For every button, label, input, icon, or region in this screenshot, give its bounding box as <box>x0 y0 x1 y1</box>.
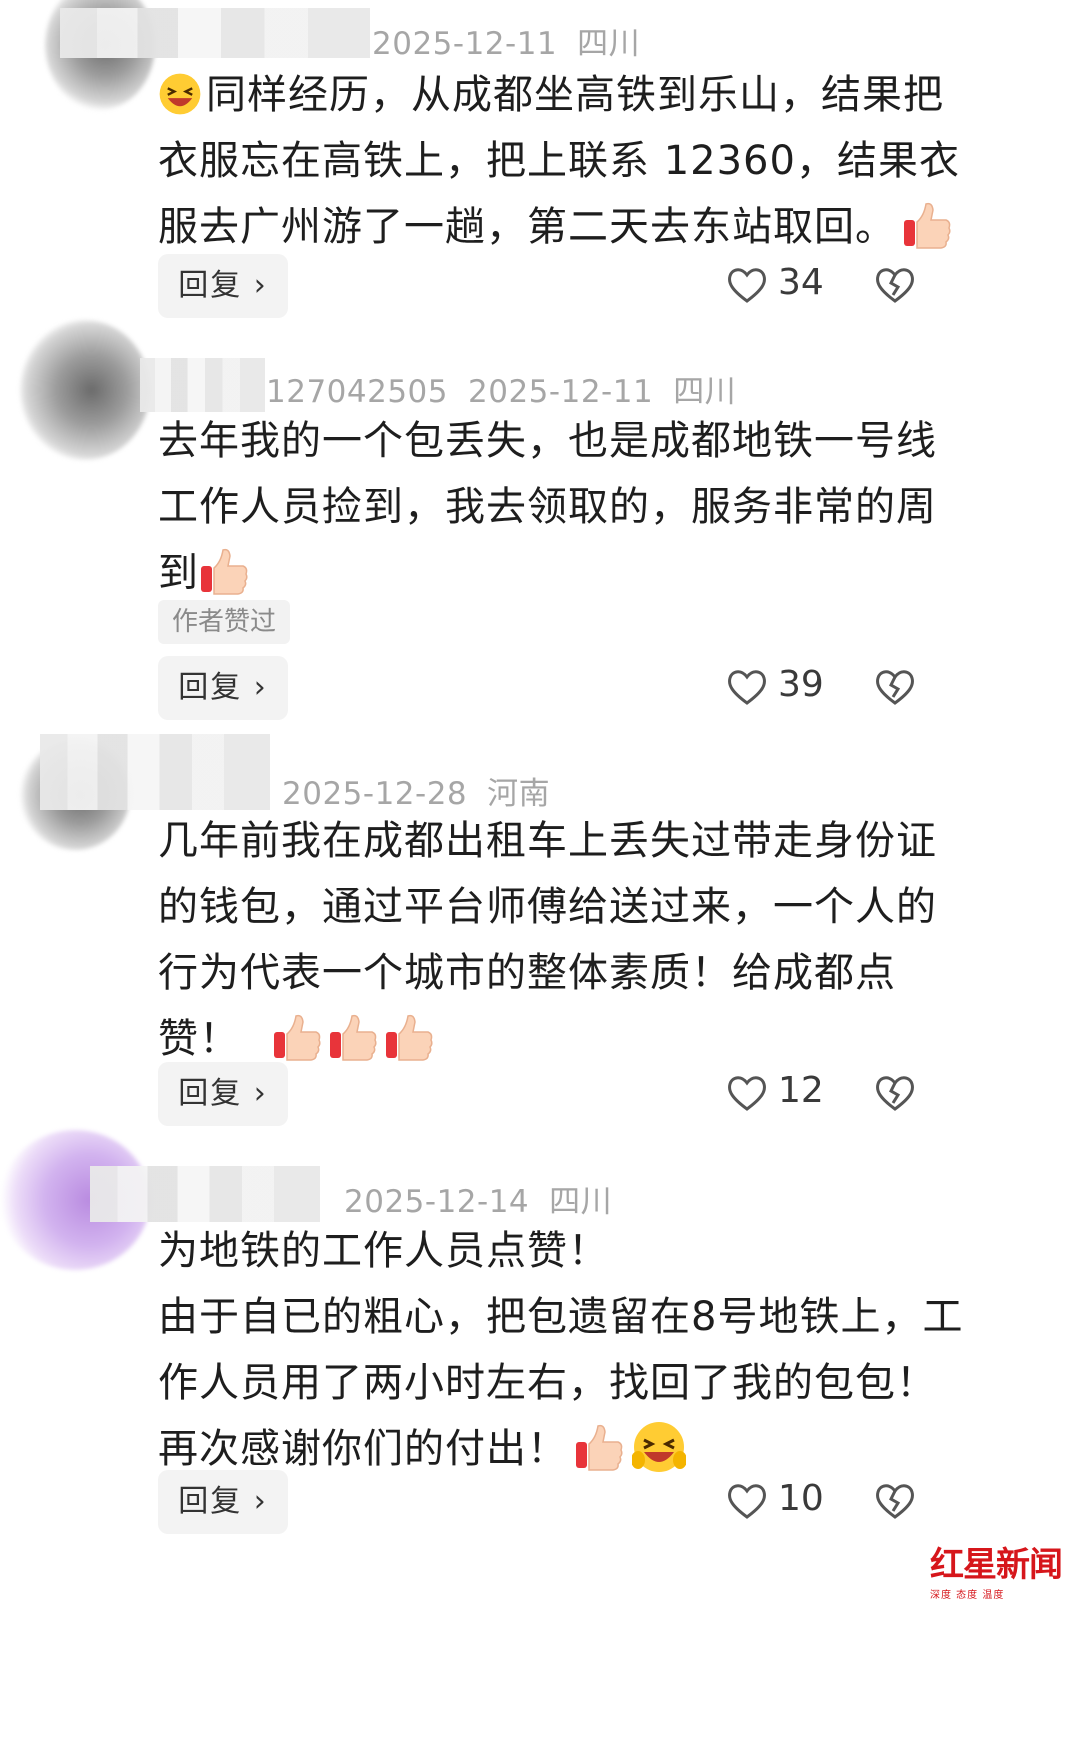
reply-button[interactable]: 回复 › <box>158 1062 288 1126</box>
watermark-title: 红星新闻 <box>930 1545 1063 1585</box>
comment-location: 四川 <box>549 1184 613 1220</box>
heart-outline-icon[interactable] <box>726 265 768 305</box>
username-blurred[interactable] <box>140 358 265 412</box>
reply-button[interactable]: 回复 › <box>158 656 288 720</box>
comment-text: 几年前我在成都出租车上丢失过带走身份证 的钱包，通过平台师傅给送过来，一个人的 … <box>158 808 1038 1072</box>
like-count: 39 <box>778 664 824 705</box>
comment-location: 四川 <box>577 26 641 62</box>
author-liked-badge: 作者赞过 <box>158 600 291 644</box>
comment-line: 工作人员捡到，我去领取的，服务非常的周 <box>158 484 937 530</box>
like-count: 12 <box>778 1070 824 1111</box>
heart-outline-icon[interactable] <box>726 1481 768 1521</box>
thumbs-up-emoji <box>330 1014 377 1061</box>
username-blurred[interactable] <box>40 734 270 810</box>
comment-meta: 2025-12-28 河南 <box>282 768 570 813</box>
heart-outline-icon[interactable] <box>726 1073 768 1113</box>
comment-4: 2025-12-14 四川 为地铁的工作人员点赞！ 由于自已的粗心，把包遗留在8号… <box>0 1130 1080 1747</box>
laughing-emoji <box>159 73 201 115</box>
comment-line: 同样经历，从成都坐高铁到乐山，结果把 <box>158 62 1038 128</box>
comment-date: 2025-12-11 <box>468 374 654 410</box>
watermark-logo: 红星新闻 深度 态度 温度 <box>930 1537 1070 1601</box>
broken-heart-icon[interactable] <box>874 1481 916 1521</box>
comment-text: 同样经历，从成都坐高铁到乐山，结果把 衣服忘在高铁上，把上联系 12360，结果… <box>158 62 1038 260</box>
comment-text: 为地铁的工作人员点赞！ 由于自已的粗心，把包遗留在8号地铁上，工 作人员用了两小… <box>158 1218 1038 1482</box>
comment-line: 作人员用了两小时左右，找回了我的包包！ <box>158 1360 937 1406</box>
thumbs-up-emoji <box>386 1014 433 1061</box>
comment-location: 四川 <box>673 374 737 410</box>
comment-line: 为地铁的工作人员点赞！ <box>158 1228 609 1274</box>
chevron-right-icon: › <box>242 1484 268 1519</box>
thumbs-up-emoji <box>576 1424 623 1471</box>
comment-date: 2025-12-14 <box>344 1184 530 1220</box>
chevron-right-icon: › <box>242 670 268 705</box>
thumbs-up-emoji <box>201 548 248 595</box>
thumbs-up-emoji <box>274 1014 321 1061</box>
comment-meta: 127042505 2025-12-11 四川 <box>266 366 756 411</box>
comment-line: 由于自已的粗心，把包遗留在8号地铁上，工 <box>158 1294 964 1340</box>
comment-line: 的钱包，通过平台师傅给送过来，一个人的 <box>158 884 937 930</box>
username-blurred[interactable] <box>60 8 370 58</box>
username-blurred[interactable] <box>90 1166 320 1222</box>
comment-date: 2025-12-11 <box>372 26 558 62</box>
comment-line: 到 <box>158 540 1038 606</box>
laughing-emoji <box>632 1422 686 1472</box>
comment-line: 去年我的一个包丢失，也是成都地铁一号线 <box>158 418 937 464</box>
broken-heart-icon[interactable] <box>874 667 916 707</box>
like-count: 10 <box>778 1478 824 1519</box>
comment-line: 再次感谢你们的付出！ <box>158 1416 1038 1482</box>
avatar[interactable] <box>20 320 150 460</box>
broken-heart-icon[interactable] <box>874 1073 916 1113</box>
chevron-right-icon: › <box>242 1076 268 1111</box>
comment-location: 河南 <box>487 776 551 812</box>
comment-date: 2025-12-28 <box>282 776 468 812</box>
like-count: 34 <box>778 262 824 303</box>
comment-3: 2025-12-28 河南 几年前我在成都出租车上丢失过带走身份证 的钱包，通过平… <box>0 720 1080 1130</box>
comment-line: 服去广州游了一趟，第二天去东站取回。 <box>158 194 1038 260</box>
comment-meta: 2025-12-14 四川 <box>344 1176 632 1221</box>
comment-user-id: 127042505 <box>266 374 449 410</box>
comment-meta: 2025-12-11 四川 <box>372 18 660 63</box>
comment-line: 行为代表一个城市的整体素质！给成都点 <box>158 950 896 996</box>
reply-button[interactable]: 回复 › <box>158 254 288 318</box>
comment-line: 赞！ <box>158 1006 1038 1072</box>
comment-2: 127042505 2025-12-11 四川 去年我的一个包丢失，也是成都地铁一号… <box>0 320 1080 720</box>
comment-text: 去年我的一个包丢失，也是成都地铁一号线 工作人员捡到，我去领取的，服务非常的周 … <box>158 408 1038 606</box>
broken-heart-icon[interactable] <box>874 265 916 305</box>
comment-line: 衣服忘在高铁上，把上联系 12360，结果衣 <box>158 138 960 184</box>
watermark-subtitle: 深度 态度 温度 <box>930 1590 1005 1601</box>
comment-1: 2025-12-11 四川 同样经历，从成都坐高铁到乐山，结果把 衣服忘在高铁上，… <box>0 0 1080 320</box>
comment-line: 几年前我在成都出租车上丢失过带走身份证 <box>158 818 937 864</box>
heart-outline-icon[interactable] <box>726 667 768 707</box>
reply-button[interactable]: 回复 › <box>158 1470 288 1534</box>
thumbs-up-emoji <box>904 202 951 249</box>
chevron-right-icon: › <box>242 268 268 303</box>
